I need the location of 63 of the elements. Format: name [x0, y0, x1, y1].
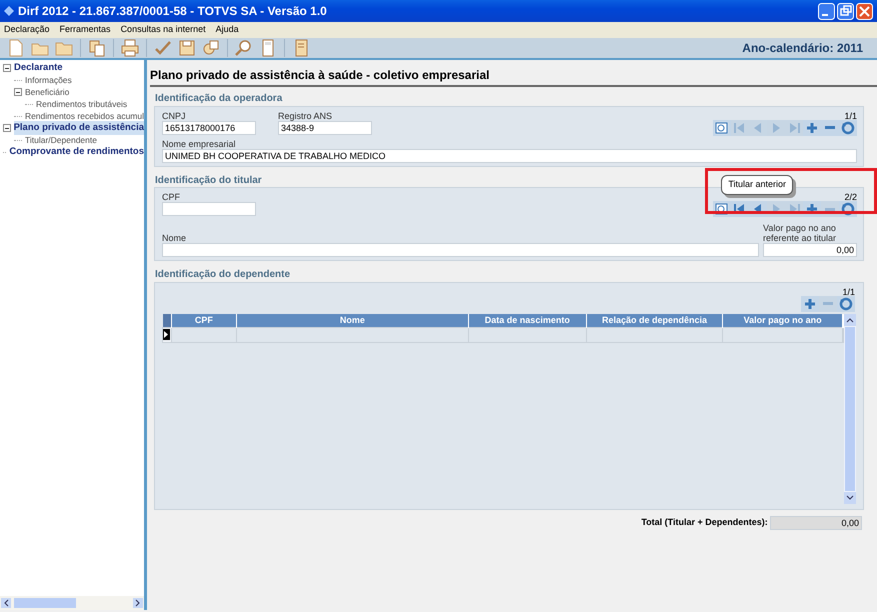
- section-heading: Identificação da operadora: [154, 92, 284, 102]
- collapse-icon[interactable]: [3, 124, 11, 132]
- refresh-button[interactable]: [839, 120, 857, 136]
- field-label: Nome empresarial: [162, 138, 237, 148]
- window-title: Dirf 2012 - 21.867.387/0001-58 - TOTVS SA - Versão 1.0: [18, 3, 327, 20]
- section-heading: Identificação do titular: [154, 174, 263, 184]
- tree-item[interactable]: Declarante: [14, 60, 63, 76]
- field-label: Registro ANS: [278, 110, 334, 120]
- page-title: Plano privado de assistência à saúde - coletivo empresarial: [150, 66, 877, 87]
- menu-item[interactable]: Declaração: [4, 23, 50, 37]
- field-label: Valor pago no ano referente ao titular: [763, 223, 838, 243]
- record-counter: 2/2: [844, 191, 857, 201]
- menu-item[interactable]: Ajuda: [216, 23, 239, 37]
- tree-item[interactable]: Informações: [25, 74, 72, 86]
- year-label: Ano-calendário: 2011: [742, 40, 863, 57]
- column-header: CPF: [171, 314, 236, 328]
- minus-icon: [823, 302, 833, 305]
- total-field: 0,00: [770, 516, 862, 530]
- plus-button[interactable]: [803, 120, 821, 136]
- field-label: CNPJ: [162, 110, 187, 120]
- printer-icon[interactable]: [120, 38, 140, 58]
- refresh-icon: [839, 201, 857, 217]
- name-field[interactable]: [162, 243, 758, 257]
- refresh-button[interactable]: [837, 296, 855, 312]
- company-name-field[interactable]: UNIMED BH COOPERATIVA DE TRABALHO MEDICO: [162, 148, 857, 162]
- copy-icon[interactable]: [87, 38, 107, 58]
- refresh-icon: [839, 120, 857, 136]
- minus-icon: [825, 126, 835, 129]
- minus-icon: [825, 208, 835, 210]
- tree-item[interactable]: Rendimentos tributáveis: [36, 98, 128, 110]
- tree-item[interactable]: Comprovante de rendimentos: [9, 144, 144, 160]
- row-pointer-icon: [163, 329, 170, 340]
- horizontal-scrollbar[interactable]: [0, 596, 144, 610]
- collapse-icon[interactable]: [3, 64, 11, 72]
- section-heading: Identificação do dependente: [154, 268, 292, 278]
- menu-item[interactable]: Ferramentas: [60, 23, 111, 37]
- tree-item[interactable]: Rendimentos recebidos acumul: [24, 110, 144, 122]
- column-header: Data de nascimento: [468, 314, 586, 328]
- registry-field[interactable]: 34388-9: [278, 120, 372, 134]
- column-header: Valor pago no ano: [722, 314, 842, 328]
- record-counter: 1/1: [842, 286, 855, 296]
- vertical-scrollbar[interactable]: [844, 314, 856, 504]
- record-counter: 1/1: [844, 110, 857, 120]
- collapse-icon[interactable]: [14, 88, 22, 96]
- menu-item[interactable]: Consultas na internet: [120, 23, 206, 37]
- tree-item[interactable]: Beneficiário: [25, 86, 70, 98]
- total-label: Total (Titular + Dependentes):: [641, 516, 768, 529]
- cnpj-field[interactable]: 16513178000176: [162, 120, 256, 134]
- app-icon: [4, 6, 14, 16]
- field-label: CPF: [162, 191, 181, 202]
- restore-button[interactable]: [836, 2, 854, 20]
- cpf-field[interactable]: [162, 202, 256, 216]
- tree-item[interactable]: Plano privado de assistência: [14, 120, 144, 136]
- column-header: Nome: [236, 314, 468, 328]
- field-label: Nome: [162, 232, 188, 243]
- refresh-icon: [837, 296, 855, 312]
- amount-field[interactable]: 0,00: [763, 243, 857, 257]
- close-button[interactable]: [856, 2, 873, 20]
- tree-item[interactable]: Titular/Dependente: [25, 134, 97, 146]
- minimize-button[interactable]: [818, 2, 834, 20]
- plus-button[interactable]: [801, 296, 819, 312]
- column-header: Relação de dependência: [586, 314, 723, 328]
- search-button[interactable]: [713, 120, 731, 136]
